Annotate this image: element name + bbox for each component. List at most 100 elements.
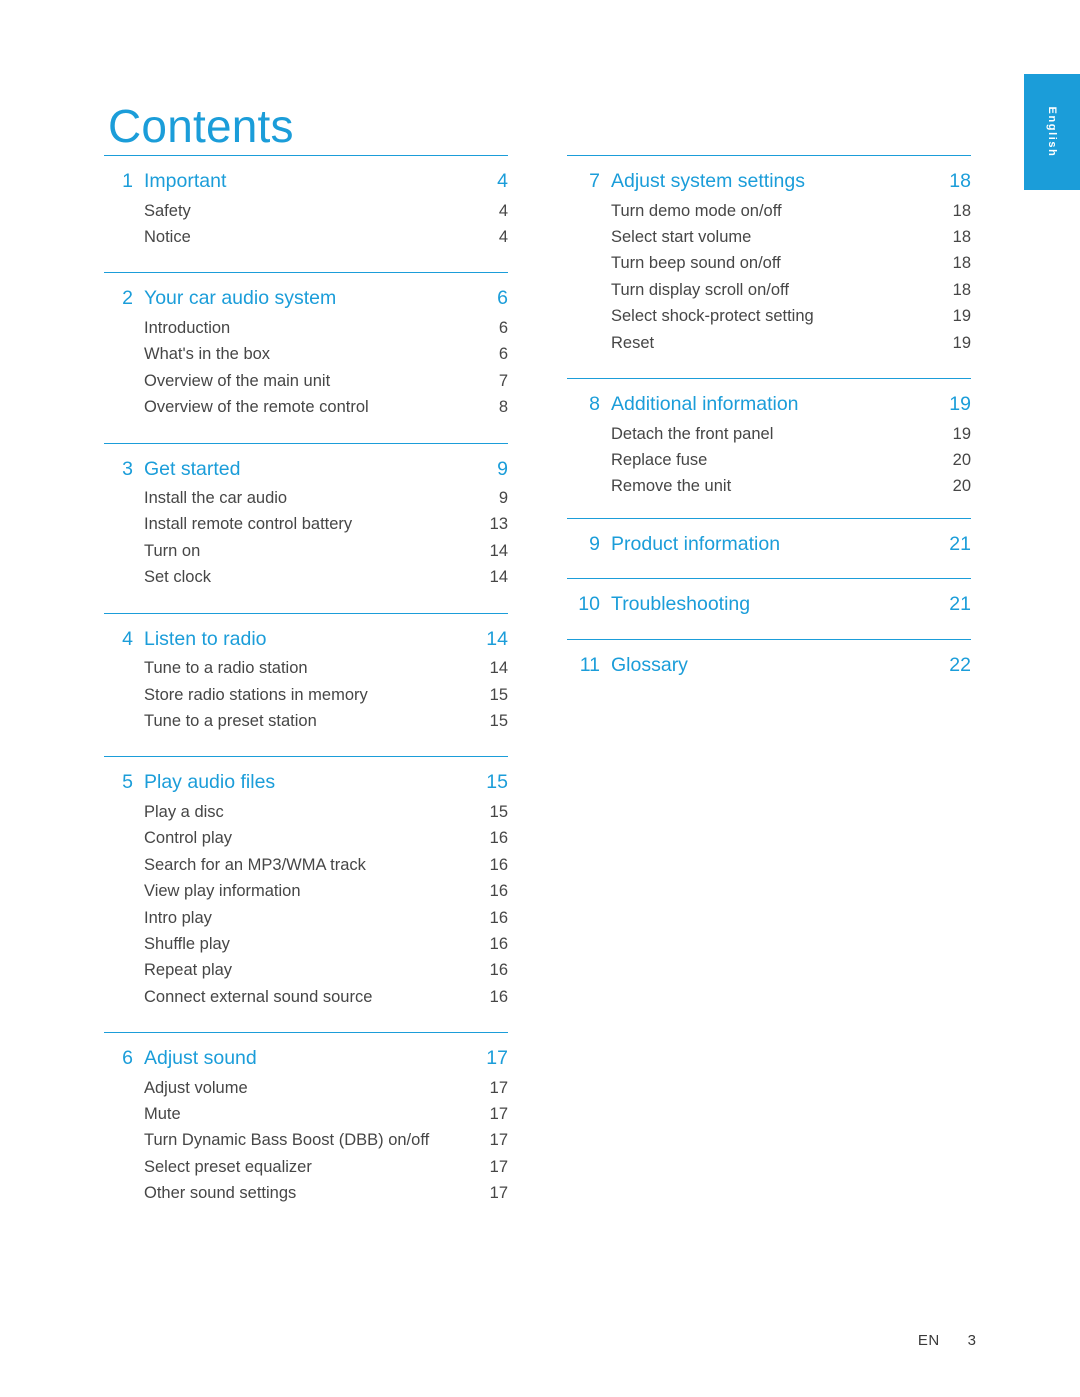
- toc-chapter-title[interactable]: Product information: [611, 529, 943, 561]
- toc-entry-row[interactable]: Control play 16: [104, 825, 508, 851]
- toc-entry-title[interactable]: Turn on: [104, 538, 474, 564]
- toc-entry-row[interactable]: Replace fuse 20: [567, 447, 971, 473]
- toc-entry-title[interactable]: Tune to a preset station: [104, 708, 474, 734]
- toc-chapter-row[interactable]: 11 Glossary 22: [567, 650, 971, 682]
- toc-entry-title[interactable]: Turn beep sound on/off: [567, 250, 937, 276]
- toc-chapter-row[interactable]: 1 Important 4: [104, 166, 508, 198]
- toc-entry-title[interactable]: View play information: [104, 878, 474, 904]
- toc-entry-row[interactable]: Tune to a preset station 15: [104, 708, 508, 734]
- toc-entry-row[interactable]: Install remote control battery 13: [104, 511, 508, 537]
- toc-chapter-title[interactable]: Adjust system settings: [611, 166, 943, 198]
- footer-page-number: 3: [967, 1332, 976, 1349]
- toc-entry-row[interactable]: View play information 16: [104, 878, 508, 904]
- toc-entry-row[interactable]: Select shock-protect setting 19: [567, 303, 971, 329]
- toc-entry-title[interactable]: Connect external sound source: [104, 984, 474, 1010]
- toc-chapter-page-number: 9: [497, 457, 508, 480]
- toc-entry-title[interactable]: Overview of the main unit: [104, 368, 474, 394]
- toc-entry-title[interactable]: Select shock-protect setting: [567, 303, 937, 329]
- toc-section: 3 Get started 9 Install the car audio 9 Insta…: [104, 442, 508, 591]
- toc-entry-title[interactable]: Play a disc: [104, 799, 474, 825]
- toc-entry-title[interactable]: Install remote control battery: [104, 511, 474, 537]
- toc-entry-row[interactable]: Turn beep sound on/off 18: [567, 250, 971, 276]
- toc-entry-title[interactable]: Tune to a radio station: [104, 655, 474, 681]
- toc-chapter-title[interactable]: Get started: [144, 454, 480, 486]
- toc-entry-title[interactable]: Other sound settings: [104, 1180, 474, 1206]
- toc-chapter-row[interactable]: 2 Your car audio system 6: [104, 283, 508, 315]
- toc-entry-row[interactable]: Reset 19: [567, 330, 971, 356]
- toc-entry-row[interactable]: Tune to a radio station 14: [104, 655, 508, 681]
- toc-entry-title[interactable]: Shuffle play: [104, 931, 474, 957]
- toc-entry-title[interactable]: Turn Dynamic Bass Boost (DBB) on/off: [104, 1127, 474, 1153]
- toc-chapter-row[interactable]: 9 Product information 21: [567, 529, 971, 561]
- toc-chapter-row[interactable]: 8 Additional information 19: [567, 389, 971, 421]
- toc-chapter-title[interactable]: Listen to radio: [144, 624, 480, 656]
- toc-entry-row[interactable]: Intro play 16: [104, 905, 508, 931]
- toc-entry-row[interactable]: Set clock 14: [104, 564, 508, 590]
- toc-entry-title[interactable]: Reset: [567, 330, 937, 356]
- toc-entry-row[interactable]: Adjust volume 17: [104, 1075, 508, 1101]
- toc-entry-row[interactable]: Overview of the remote control 8: [104, 394, 508, 420]
- toc-entry-title[interactable]: Overview of the remote control: [104, 394, 474, 420]
- toc-entry-row[interactable]: Turn on 14: [104, 538, 508, 564]
- toc-entry-row[interactable]: Detach the front panel 19: [567, 421, 971, 447]
- toc-entry-row[interactable]: Other sound settings 17: [104, 1180, 508, 1206]
- toc-chapter-row[interactable]: 4 Listen to radio 14: [104, 624, 508, 656]
- toc-entry-row[interactable]: Mute 17: [104, 1101, 508, 1127]
- toc-entry-title[interactable]: Store radio stations in memory: [104, 682, 474, 708]
- toc-chapter-title[interactable]: Important: [144, 166, 480, 198]
- toc-entry-row[interactable]: Play a disc 15: [104, 799, 508, 825]
- toc-chapter-title[interactable]: Play audio files: [144, 767, 480, 799]
- toc-entry-row[interactable]: Shuffle play 16: [104, 931, 508, 957]
- toc-chapter-number: 5: [122, 771, 133, 794]
- toc-entry-row[interactable]: Search for an MP3/WMA track 16: [104, 852, 508, 878]
- toc-chapter-title[interactable]: Additional information: [611, 389, 943, 421]
- toc-chapter-number: 2: [122, 287, 133, 310]
- toc-chapter-title[interactable]: Adjust sound: [144, 1043, 480, 1075]
- toc-chapter-row[interactable]: 10 Troubleshooting 21: [567, 589, 971, 621]
- toc-entry-title[interactable]: Safety: [104, 198, 474, 224]
- toc-entry-page-number: 19: [952, 424, 971, 443]
- toc-entry-row[interactable]: Safety 4: [104, 198, 508, 224]
- toc-entry-row[interactable]: What's in the box 6: [104, 341, 508, 367]
- toc-entry-title[interactable]: Select preset equalizer: [104, 1154, 474, 1180]
- toc-entry-title[interactable]: Turn display scroll on/off: [567, 277, 937, 303]
- toc-entry-row[interactable]: Turn display scroll on/off 18: [567, 277, 971, 303]
- toc-entry-title[interactable]: Introduction: [104, 315, 474, 341]
- toc-entry-row[interactable]: Install the car audio 9: [104, 485, 508, 511]
- toc-chapter-page-number: 21: [949, 532, 971, 555]
- toc-chapter-row[interactable]: 3 Get started 9: [104, 454, 508, 486]
- toc-entry-row[interactable]: Select preset equalizer 17: [104, 1154, 508, 1180]
- toc-entry-title[interactable]: Install the car audio: [104, 485, 474, 511]
- toc-entry-row[interactable]: Introduction 6: [104, 315, 508, 341]
- toc-entry-row[interactable]: Turn Dynamic Bass Boost (DBB) on/off 17: [104, 1127, 508, 1153]
- toc-entry-title[interactable]: Adjust volume: [104, 1075, 474, 1101]
- toc-entry-title[interactable]: What's in the box: [104, 341, 474, 367]
- toc-entry-row[interactable]: Connect external sound source 16: [104, 984, 508, 1010]
- toc-entry-row[interactable]: Repeat play 16: [104, 957, 508, 983]
- toc-entry-title[interactable]: Search for an MP3/WMA track: [104, 852, 474, 878]
- toc-chapter-row[interactable]: 5 Play audio files 15: [104, 767, 508, 799]
- toc-entry-title[interactable]: Replace fuse: [567, 447, 937, 473]
- toc-entry-row[interactable]: Select start volume 18: [567, 224, 971, 250]
- toc-chapter-title[interactable]: Troubleshooting: [611, 589, 943, 621]
- toc-chapter-title[interactable]: Your car audio system: [144, 283, 480, 315]
- toc-entry-row[interactable]: Turn demo mode on/off 18: [567, 198, 971, 224]
- toc-entry-row[interactable]: Notice 4: [104, 224, 508, 250]
- toc-chapter-title[interactable]: Glossary: [611, 650, 943, 682]
- toc-entry-title[interactable]: Intro play: [104, 905, 474, 931]
- toc-chapter-row[interactable]: 6 Adjust sound 17: [104, 1043, 508, 1075]
- toc-entry-title[interactable]: Mute: [104, 1101, 474, 1127]
- toc-entry-title[interactable]: Remove the unit: [567, 473, 937, 499]
- toc-entry-page-number: 20: [952, 450, 971, 469]
- toc-entry-title[interactable]: Select start volume: [567, 224, 937, 250]
- toc-entry-row[interactable]: Overview of the main unit 7: [104, 368, 508, 394]
- toc-entry-title[interactable]: Set clock: [104, 564, 474, 590]
- toc-chapter-row[interactable]: 7 Adjust system settings 18: [567, 166, 971, 198]
- toc-entry-title[interactable]: Turn demo mode on/off: [567, 198, 937, 224]
- toc-entry-title[interactable]: Notice: [104, 224, 474, 250]
- toc-entry-row[interactable]: Store radio stations in memory 15: [104, 682, 508, 708]
- toc-entry-title[interactable]: Control play: [104, 825, 474, 851]
- toc-entry-title[interactable]: Detach the front panel: [567, 421, 937, 447]
- toc-entry-row[interactable]: Remove the unit 20: [567, 473, 971, 499]
- toc-entry-title[interactable]: Repeat play: [104, 957, 474, 983]
